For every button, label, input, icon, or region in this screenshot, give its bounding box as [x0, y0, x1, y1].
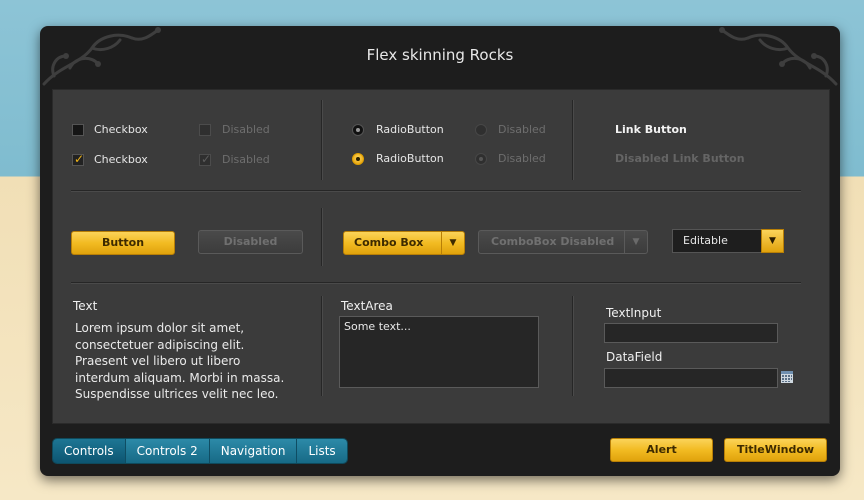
alert-button[interactable]: Alert [610, 438, 713, 462]
divider [572, 296, 573, 396]
radio-label[interactable]: RadioButton [376, 152, 444, 165]
text-heading: Text [73, 299, 98, 313]
radio-button[interactable] [352, 124, 364, 136]
chevron-down-icon[interactable]: ▼ [441, 232, 464, 254]
chevron-down-icon: ▼ [624, 231, 647, 253]
checkbox[interactable] [72, 124, 84, 136]
calendar-icon[interactable] [781, 371, 793, 383]
title-window-button[interactable]: TitleWindow [724, 438, 827, 462]
radio-label[interactable]: RadioButton [376, 123, 444, 136]
link-button[interactable]: Link Button [615, 123, 687, 136]
date-field-label: DataField [606, 350, 663, 364]
text-body: Lorem ipsum dolor sit amet, consectetuer… [75, 321, 285, 401]
divider [321, 208, 322, 266]
textarea-label: TextArea [341, 299, 393, 313]
tab-navigation[interactable]: Navigation [209, 439, 298, 463]
tab-controls[interactable]: Controls [53, 439, 126, 463]
divider [321, 296, 322, 396]
link-button-disabled: Disabled Link Button [615, 152, 745, 165]
checkbox-disabled-label: Disabled [222, 153, 270, 166]
window-title: Flex skinning Rocks [366, 46, 514, 64]
radio-button-selected[interactable] [352, 153, 364, 165]
combo-box-label: Combo Box [354, 236, 424, 249]
radio-disabled-label: Disabled [498, 152, 546, 165]
combo-box-disabled-label: ComboBox Disabled [491, 235, 615, 248]
text-input[interactable] [604, 323, 778, 343]
button-disabled: Disabled [198, 230, 303, 254]
textarea[interactable]: Some text... [339, 316, 539, 388]
divider [71, 282, 801, 283]
editable-combo-value: Editable [683, 234, 728, 247]
divider [321, 100, 322, 180]
checkbox-checked-disabled: ✓ [199, 152, 212, 166]
tab-lists[interactable]: Lists [297, 439, 347, 463]
radio-disabled-label: Disabled [498, 123, 546, 136]
radio-button-selected-disabled [475, 153, 487, 165]
checkmark-icon: ✓ [201, 152, 212, 166]
title-window: Flex skinning Rocks Checkbox Disabled ✓ … [40, 26, 840, 476]
text-input-label: TextInput [606, 306, 662, 320]
button[interactable]: Button [71, 231, 175, 255]
checkmark-icon: ✓ [74, 152, 85, 166]
date-field[interactable] [604, 368, 778, 388]
checkbox-checked[interactable]: ✓ [72, 152, 85, 166]
checkbox-disabled-label: Disabled [222, 123, 270, 136]
controls-panel: Checkbox Disabled ✓ Checkbox ✓ Disabled … [52, 89, 830, 424]
combo-box-disabled: ComboBox Disabled ▼ [478, 230, 648, 254]
radio-button-disabled [475, 124, 487, 136]
tab-bar: Controls Controls 2 Navigation Lists [52, 438, 348, 464]
checkbox-label[interactable]: Checkbox [94, 123, 148, 136]
chevron-down-icon[interactable]: ▼ [761, 229, 784, 253]
divider [572, 100, 573, 180]
combo-box[interactable]: Combo Box ▼ [343, 231, 465, 255]
checkbox-label[interactable]: Checkbox [94, 153, 148, 166]
divider [71, 190, 801, 191]
checkbox-disabled [199, 124, 211, 136]
tab-controls-2[interactable]: Controls 2 [125, 439, 210, 463]
